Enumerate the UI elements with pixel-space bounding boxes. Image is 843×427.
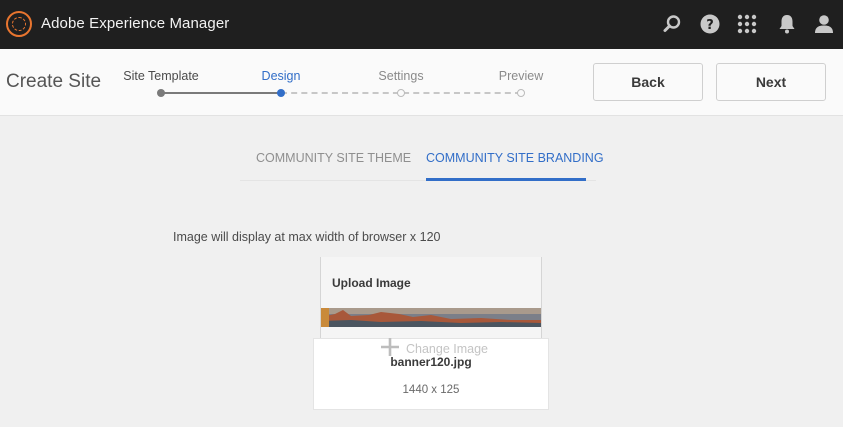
- user-icon[interactable]: [812, 12, 836, 36]
- image-size-hint: Image will display at max width of brows…: [173, 230, 441, 244]
- step-site-template[interactable]: Site Template: [123, 69, 199, 83]
- search-icon[interactable]: [660, 12, 684, 36]
- step-dot-preview[interactable]: [517, 89, 525, 97]
- file-name: banner120.jpg: [390, 355, 472, 369]
- change-image-link[interactable]: Change Image: [406, 342, 488, 356]
- tab-community-site-branding[interactable]: COMMUNITY SITE BRANDING: [426, 151, 604, 165]
- step-dot-site-template[interactable]: [157, 89, 165, 97]
- aem-logo-icon[interactable]: [6, 11, 32, 37]
- step-dot-design[interactable]: [277, 89, 285, 97]
- next-button[interactable]: Next: [716, 63, 826, 101]
- apps-grid-icon[interactable]: [735, 12, 759, 36]
- page-title: Create Site: [6, 71, 102, 92]
- top-bar: Adobe Experience Manager ?: [0, 0, 843, 49]
- step-design[interactable]: Design: [262, 69, 301, 83]
- upload-image-card[interactable]: Upload Image: [320, 257, 542, 340]
- step-settings[interactable]: Settings: [378, 69, 423, 83]
- design-tabs: COMMUNITY SITE THEME COMMUNITY SITE BRAN…: [240, 146, 604, 181]
- active-tab-indicator: [426, 178, 586, 181]
- tab-community-site-theme[interactable]: COMMUNITY SITE THEME: [256, 151, 411, 165]
- step-connector: [161, 92, 280, 94]
- add-icon[interactable]: [380, 337, 400, 357]
- svg-text:?: ?: [706, 18, 714, 33]
- help-icon[interactable]: ?: [698, 12, 722, 36]
- notifications-bell-icon[interactable]: [775, 12, 799, 36]
- app-title[interactable]: Adobe Experience Manager: [41, 15, 229, 32]
- step-preview[interactable]: Preview: [499, 69, 543, 83]
- uploaded-file-card: Change Image banner120.jpg 1440 x 125: [313, 338, 549, 410]
- back-button[interactable]: Back: [593, 63, 703, 101]
- banner-image-preview: [321, 308, 541, 327]
- upload-image-title: Upload Image: [332, 276, 411, 290]
- step-dot-settings[interactable]: [397, 89, 405, 97]
- wizard-header: Create Site Site Template Design Setting…: [0, 49, 843, 116]
- file-dimensions: 1440 x 125: [402, 384, 460, 396]
